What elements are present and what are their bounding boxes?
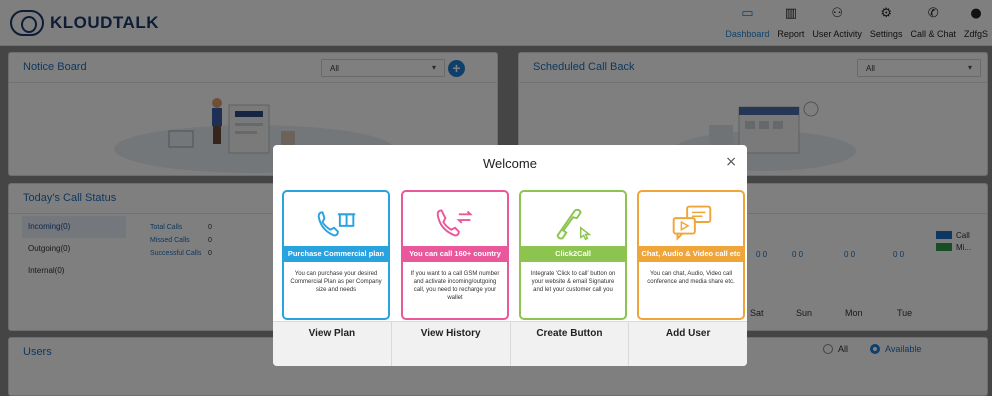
welcome-actions: View Plan View History Create Button Add… bbox=[273, 321, 747, 366]
click-to-call-icon bbox=[556, 208, 592, 241]
feature-card-chat-video[interactable]: Chat, Audio & Video call etc You can cha… bbox=[637, 190, 745, 320]
feature-description: Integrate 'Click to call' button on your… bbox=[530, 271, 616, 293]
feature-title: Purchase Commercial plan bbox=[284, 246, 388, 262]
view-history-button[interactable]: View History bbox=[391, 321, 511, 366]
feature-description: If you want to a call GSM number and act… bbox=[410, 271, 500, 301]
phone-gift-icon bbox=[317, 211, 356, 237]
feature-card-click2call[interactable]: Click2Call Integrate 'Click to call' but… bbox=[519, 190, 627, 320]
phone-transfer-icon bbox=[436, 209, 473, 237]
feature-description: You can purchase your desired Commercial… bbox=[290, 271, 382, 293]
chat-video-icon bbox=[672, 205, 712, 241]
feature-title: You can call 160+ country bbox=[403, 246, 507, 262]
feature-description: You can chat, Audio, Video call conferen… bbox=[647, 271, 735, 285]
welcome-modal: Welcome × Purchase Commercial plan You c… bbox=[273, 145, 747, 366]
feature-card-purchase-plan[interactable]: Purchase Commercial plan You can purchas… bbox=[282, 190, 390, 320]
add-user-button[interactable]: Add User bbox=[629, 321, 747, 366]
welcome-modal-title: Welcome bbox=[483, 156, 537, 171]
feature-title: Click2Call bbox=[521, 246, 625, 262]
create-button-button[interactable]: Create Button bbox=[510, 321, 630, 366]
close-icon[interactable]: × bbox=[725, 154, 737, 170]
view-plan-button[interactable]: View Plan bbox=[273, 321, 392, 366]
feature-title: Chat, Audio & Video call etc bbox=[639, 246, 743, 262]
feature-card-call-country[interactable]: You can call 160+ country If you want to… bbox=[401, 190, 509, 320]
